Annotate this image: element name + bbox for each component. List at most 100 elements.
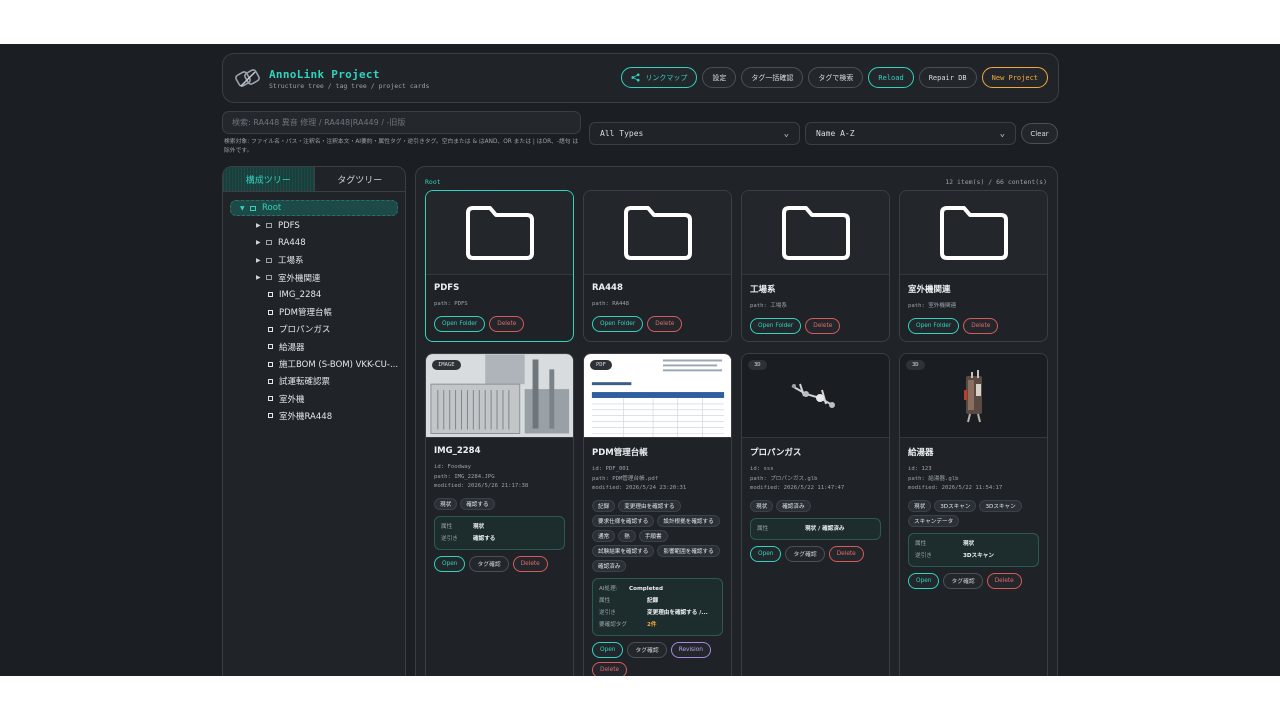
tree-node-file[interactable]: 室外機 (230, 390, 398, 407)
tag-chip[interactable]: 手順書 (638, 529, 668, 542)
settings-button[interactable]: 設定 (702, 67, 737, 88)
chevron-down-icon: ⌄ (999, 128, 1005, 139)
tag-chip[interactable]: 設計根拠を確認する (657, 514, 720, 527)
file-icon (268, 396, 273, 402)
card-modified: modified: 2026/5/26 21:17:38 (434, 483, 529, 489)
link-map-button[interactable]: リンクマップ (621, 67, 698, 88)
tag-chip[interactable]: 現状 (908, 499, 932, 512)
tree-node-label: PDM管理台帳 (279, 308, 333, 319)
open-button[interactable]: Open (750, 545, 782, 562)
folder-card[interactable]: 室外機関連 path: 室外機関連 Open Folder Delete (899, 190, 1048, 342)
image-thumbnail: IMAGE (426, 354, 573, 438)
tag-chip[interactable]: 要求仕様を確認する (592, 514, 655, 527)
tag-chip[interactable]: 確認済み (592, 559, 627, 572)
model-card[interactable]: 3D プロパンガス id: sss path: プロパンガス.glb modif… (741, 353, 890, 676)
delete-button[interactable]: Delete (592, 661, 628, 676)
delete-button[interactable]: Delete (512, 555, 548, 572)
open-folder-button[interactable]: Open Folder (434, 315, 486, 332)
tree-node-folder[interactable]: ▶ 工場系 (230, 252, 398, 269)
tag-chip[interactable]: 3Dスキャン (934, 499, 977, 512)
tag-search-button[interactable]: タグで検索 (808, 67, 864, 88)
tree-node-folder[interactable]: ▶ RA448 (230, 234, 398, 251)
tree-node-file[interactable]: プロパンガス (230, 321, 398, 338)
attribute-box: AI処理: Completed 属性 記録 逆引き 変更理由を確認する /... 要確… (592, 577, 723, 636)
caret-right-icon: ▶ (256, 239, 261, 247)
open-folder-button[interactable]: Open Folder (592, 315, 644, 332)
model-card[interactable]: 3D 給湯器 id: 123 path: 給湯器.glb modified: 2… (899, 353, 1048, 676)
tag-chip[interactable]: 熱 (618, 529, 636, 542)
folder-card[interactable]: RA448 path: RA448 Open Folder Delete (583, 190, 732, 342)
open-button[interactable]: Open (908, 572, 940, 589)
new-project-button[interactable]: New Project (981, 67, 1048, 88)
type-filter-select[interactable]: All Types ⌄ (589, 122, 800, 145)
tag-chip[interactable]: 通常 (592, 529, 616, 542)
tree-node-root[interactable]: ▼ Root (230, 200, 398, 216)
tag-check-button[interactable]: タグ確認 (785, 545, 825, 562)
open-folder-button[interactable]: Open Folder (908, 317, 960, 334)
sort-select[interactable]: Name A-Z ⌄ (805, 122, 1016, 145)
open-button[interactable]: Open (434, 555, 466, 572)
tag-chip[interactable]: 変更理由を確認する (618, 499, 681, 512)
card-title: 給湯器 (908, 448, 934, 458)
tag-chip[interactable]: 試験結果を確認する (592, 544, 655, 557)
tree-node-label: IMG_2284 (279, 289, 322, 300)
open-folder-button[interactable]: Open Folder (750, 317, 802, 334)
tree-node-folder[interactable]: ▶ PDFS (230, 217, 398, 234)
tag-check-button[interactable]: タグ確認 (627, 641, 667, 658)
tree-node-file[interactable]: 室外機RA448 (230, 407, 398, 424)
card-modified: modified: 2026/5/24 23:20:31 (592, 485, 687, 491)
folder-card[interactable]: PDFS path: PDFS Open Folder Delete (425, 190, 574, 342)
tag-chip[interactable]: 影響範囲を確認する (657, 544, 720, 557)
delete-button[interactable]: Delete (647, 315, 683, 332)
reload-button[interactable]: Reload (868, 67, 914, 88)
delete-button[interactable]: Delete (986, 572, 1022, 589)
card-title: プロパンガス (750, 448, 802, 458)
attr-value: 記録 (647, 597, 659, 604)
app-title: AnnoLink Project (269, 68, 380, 81)
folder-thumbnail (584, 191, 731, 275)
tag-chip[interactable]: 3Dスキャン (979, 499, 1022, 512)
tree-node-file[interactable]: IMG_2284 (230, 286, 398, 303)
tag-chip[interactable]: 確認済み (776, 499, 811, 512)
tree-node-file[interactable]: 施工BOM (S-BOM) VKK-CU-... (230, 355, 398, 372)
delete-button[interactable]: Delete (489, 315, 525, 332)
delete-button[interactable]: Delete (805, 317, 841, 334)
revision-button[interactable]: Revision (670, 641, 711, 658)
tag-chip[interactable]: 記録 (592, 499, 616, 512)
card-title: RA448 (592, 283, 623, 293)
breadcrumb[interactable]: Root (425, 178, 441, 186)
pdf-card[interactable]: PDF PDM管理台帳 id: PDF_001 path: PDM管理台帳.pd… (583, 353, 732, 676)
card-id: id: Foodway (434, 464, 472, 470)
attr-key: 属性 (915, 540, 927, 547)
repair-db-button[interactable]: Repair DB (918, 67, 977, 88)
open-button[interactable]: Open (592, 641, 624, 658)
tree-node-folder[interactable]: ▶ 室外機関連 (230, 269, 398, 286)
header-toolbar: リンクマップ 設定 タグ一括確認 タグで検索 Reload Repair DB … (621, 67, 1048, 88)
tree-node-label: 室外機RA448 (279, 411, 333, 422)
attribute-box: 属性 現状 逆引き 3Dスキャン (908, 532, 1039, 567)
delete-button[interactable]: Delete (828, 545, 864, 562)
tag-list: 現状 3Dスキャン 3Dスキャン スキャンデータ (908, 499, 1039, 527)
card-id: id: 123 (908, 466, 932, 472)
clear-button[interactable]: Clear (1021, 123, 1058, 144)
tree-node-file[interactable]: 給湯器 (230, 338, 398, 355)
tree-node-label: Root (262, 203, 282, 213)
tab-structure-tree[interactable]: 構成ツリー (223, 167, 315, 191)
tag-bulk-check-button[interactable]: タグ一括確認 (741, 67, 804, 88)
card-modified: modified: 2026/5/22 11:54:17 (908, 485, 1003, 491)
tag-check-button[interactable]: タグ確認 (469, 555, 509, 572)
tree-node-file[interactable]: PDM管理台帳 (230, 303, 398, 320)
tag-chip[interactable]: スキャンデータ (908, 514, 960, 527)
tree-node-file[interactable]: 試運転確認票 (230, 373, 398, 390)
tag-chip[interactable]: 現状 (434, 497, 458, 510)
search-input[interactable]: 検索: RA448 異音 修理 / RA448|RA449 / -旧版 (222, 111, 581, 134)
tag-check-button[interactable]: タグ確認 (943, 572, 983, 589)
tag-list: 記録 変更理由を確認する 要求仕様を確認する 設計根拠を確認する 通常 熱 手順… (592, 499, 723, 572)
tab-tag-tree[interactable]: タグツリー (315, 167, 406, 191)
delete-button[interactable]: Delete (963, 317, 999, 334)
tag-chip[interactable]: 確認する (460, 497, 495, 510)
folder-card[interactable]: 工場系 path: 工場系 Open Folder Delete (741, 190, 890, 342)
image-card[interactable]: IMAGE IMG_2284 id: Foodway path: IMG_228… (425, 353, 574, 676)
tag-chip[interactable]: 現状 (750, 499, 774, 512)
card-path: path: RA448 (592, 301, 630, 307)
